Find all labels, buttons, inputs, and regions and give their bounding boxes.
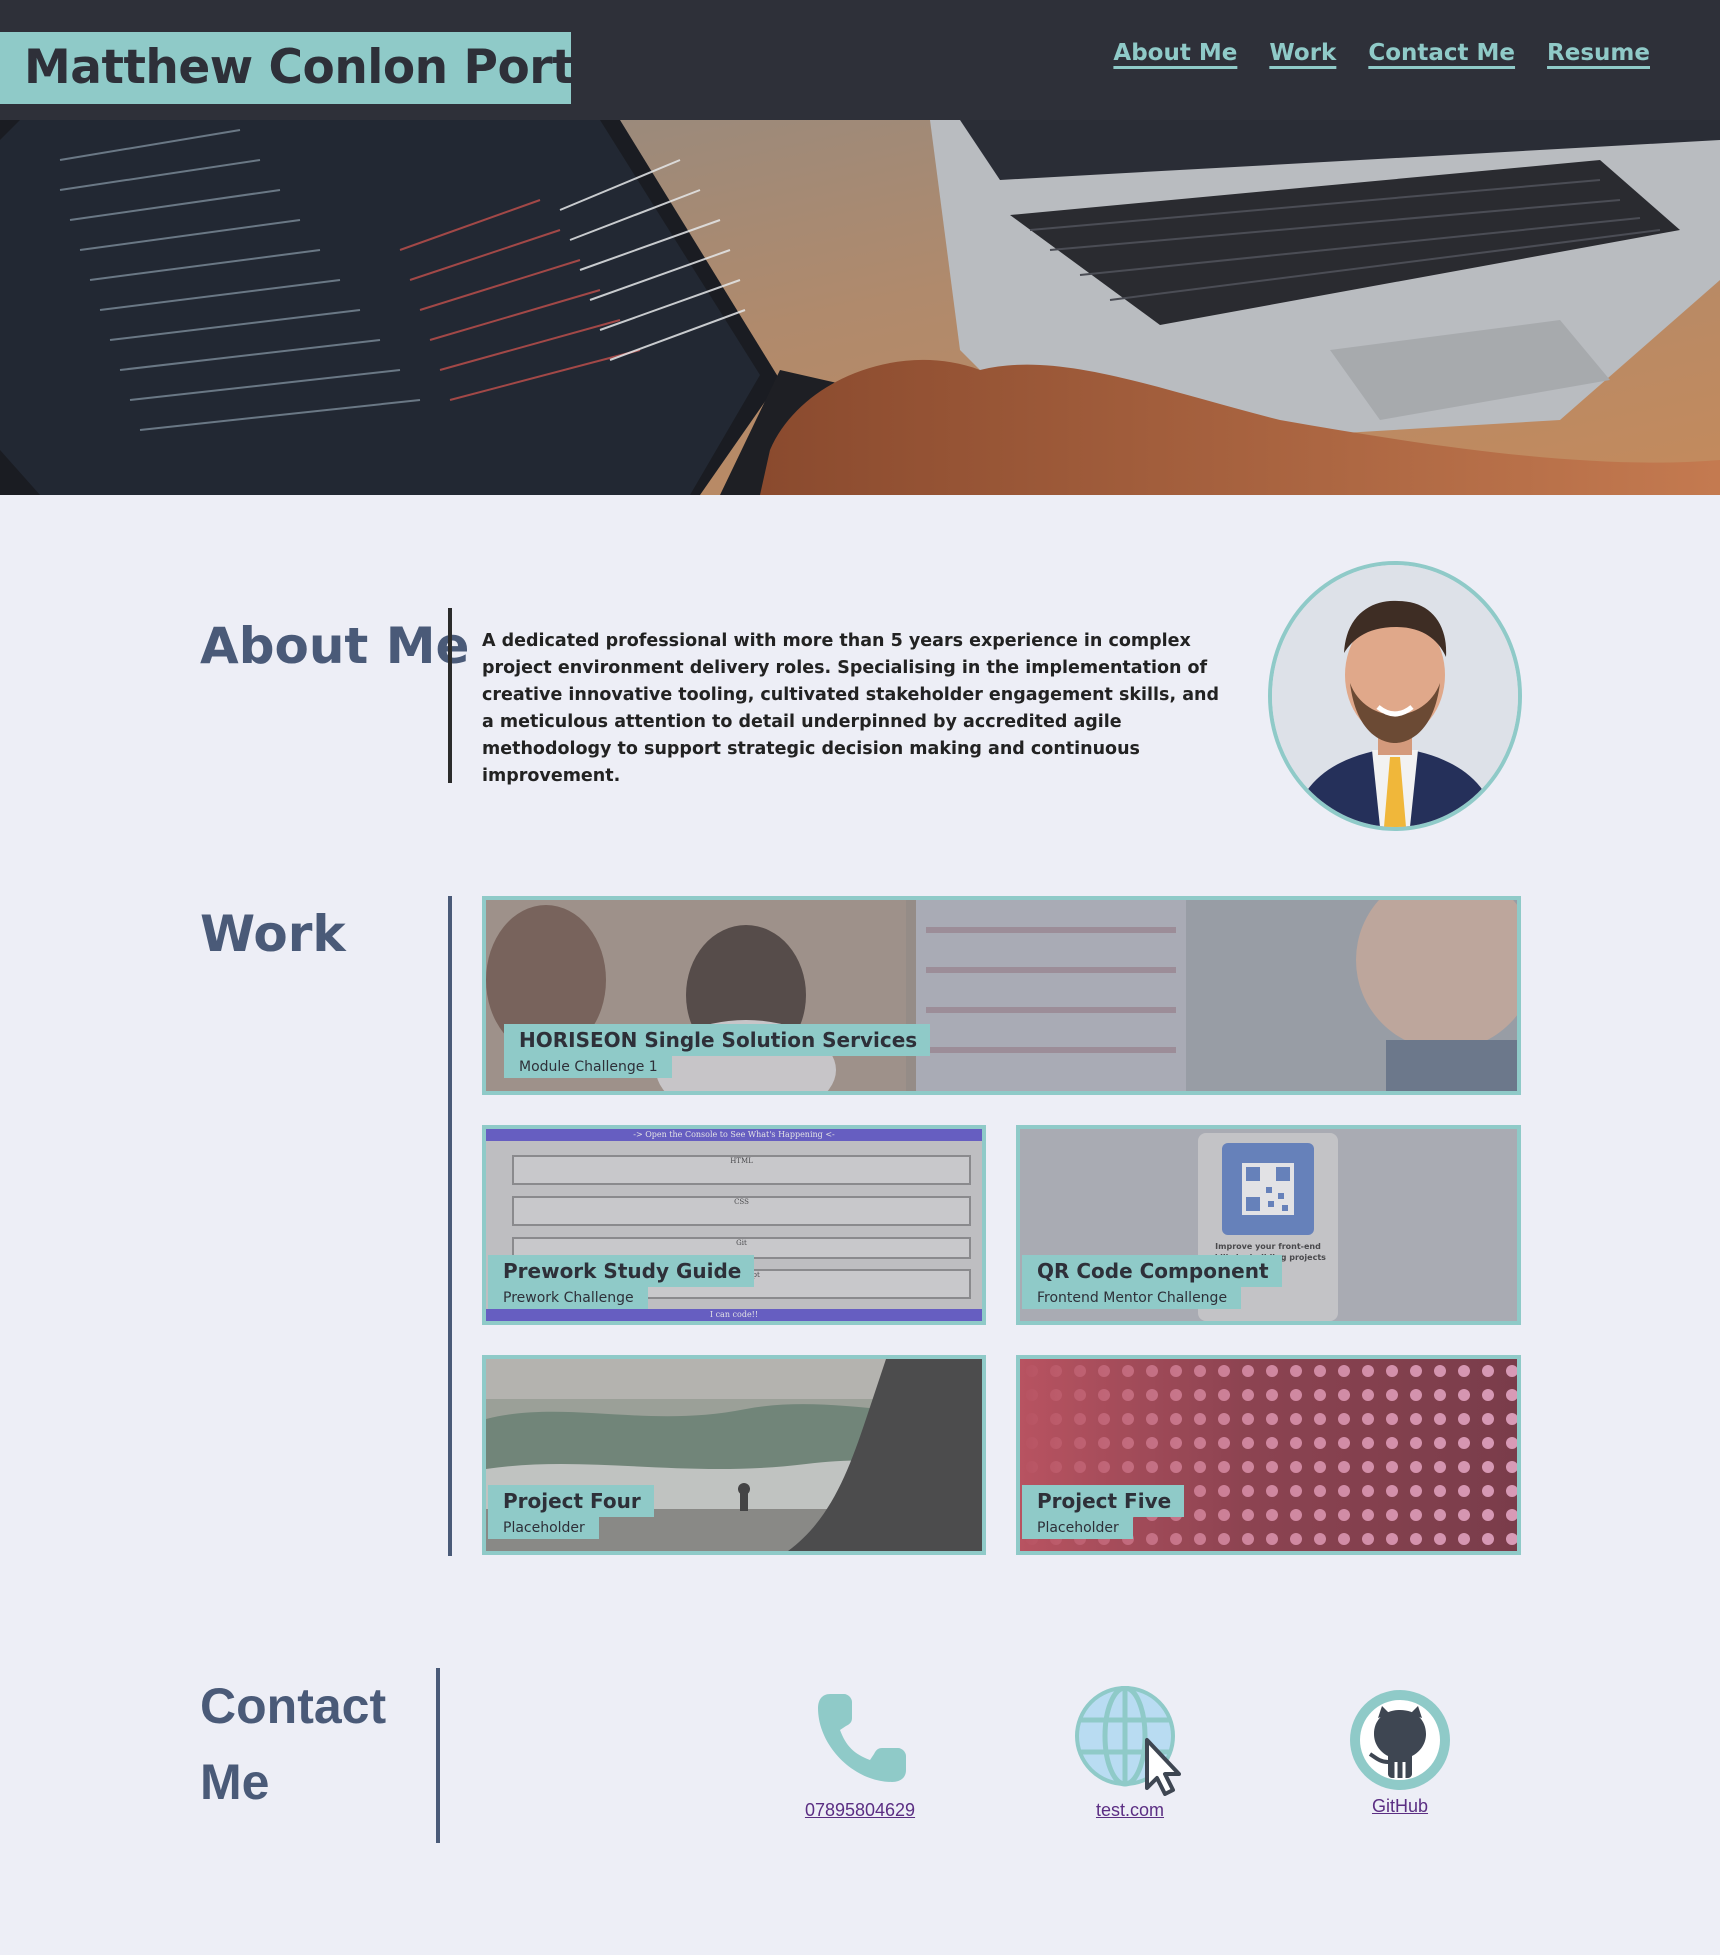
project-card-prework[interactable]: -> Open the Console to See What's Happen… <box>482 1125 986 1325</box>
project-title: Project Five <box>1022 1485 1185 1517</box>
project-subtitle: Module Challenge 1 <box>504 1056 672 1078</box>
project-title: QR Code Component <box>1022 1255 1282 1287</box>
phone-icon <box>818 1694 906 1782</box>
main-nav: About Me Work Contact Me Resume <box>1113 40 1650 66</box>
nav-work[interactable]: Work <box>1269 40 1336 66</box>
contact-phone: 07895804629 <box>785 1690 935 1821</box>
hero-image <box>0 120 1720 495</box>
github-link[interactable]: GitHub <box>1372 1796 1428 1816</box>
about-heading: About Me <box>200 617 470 675</box>
profile-photo <box>1272 565 1518 827</box>
contact-divider <box>436 1668 440 1843</box>
globe-cursor-icon <box>1075 1685 1181 1796</box>
github-icon <box>1350 1690 1450 1790</box>
project-subtitle: Prework Challenge <box>488 1287 648 1309</box>
project-subtitle: Placeholder <box>1022 1517 1133 1539</box>
phone-link[interactable]: 07895804629 <box>805 1800 915 1820</box>
work-divider <box>448 896 452 1556</box>
profile-avatar <box>1268 561 1522 831</box>
nav-resume[interactable]: Resume <box>1547 40 1650 66</box>
site-title: Matthew Conlon Portfolio <box>0 32 571 104</box>
nav-contact-me[interactable]: Contact Me <box>1368 40 1515 66</box>
work-heading: Work <box>200 905 346 963</box>
project-card-qr-code[interactable]: Improve your front-end skills by buildin… <box>1016 1125 1521 1325</box>
hero-laptop-illustration <box>0 120 1720 495</box>
contact-github: GitHub <box>1325 1690 1475 1817</box>
nav-about-me[interactable]: About Me <box>1113 40 1237 66</box>
contact-heading-line2: Me <box>200 1754 270 1810</box>
site-header: Matthew Conlon Portfolio About Me Work C… <box>0 0 1720 120</box>
project-card-four[interactable]: Project Four Placeholder <box>482 1355 986 1555</box>
about-divider <box>448 608 452 783</box>
contact-heading-line1: Contact <box>200 1678 387 1734</box>
contact-heading: Contact Me <box>200 1668 386 1820</box>
about-text: A dedicated professional with more than … <box>482 631 1220 786</box>
contact-website: test.com <box>1055 1685 1205 1821</box>
project-title: Project Four <box>488 1485 654 1517</box>
project-card-horiseon[interactable]: HORISEON Single Solution Services Module… <box>482 896 1521 1095</box>
project-title: Prework Study Guide <box>488 1255 755 1287</box>
project-card-five[interactable]: Project Five Placeholder <box>1016 1355 1521 1555</box>
project-title: HORISEON Single Solution Services <box>504 1024 931 1056</box>
project-subtitle: Frontend Mentor Challenge <box>1022 1287 1242 1309</box>
project-subtitle: Placeholder <box>488 1517 599 1539</box>
website-link[interactable]: test.com <box>1096 1800 1164 1820</box>
